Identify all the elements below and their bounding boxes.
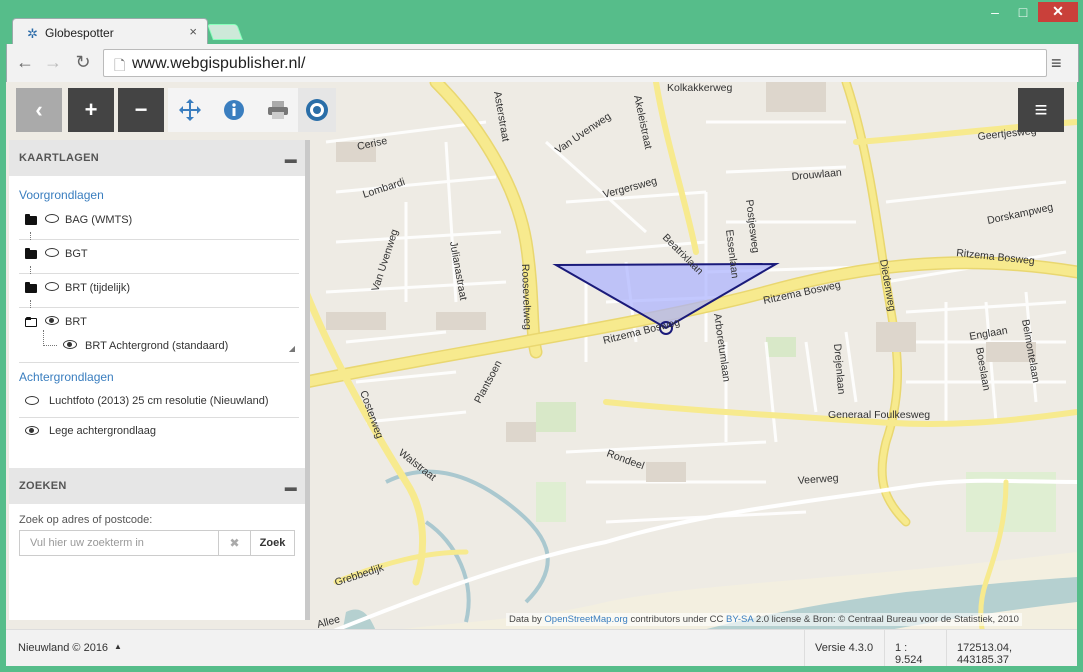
folder-icon xyxy=(25,282,37,293)
close-window-icon[interactable]: ✕ xyxy=(1038,2,1078,22)
forward-arrow-icon[interactable]: → xyxy=(43,52,63,73)
caret-up-icon[interactable]: ▲ xyxy=(114,642,122,651)
attribution-text: contributors under CC xyxy=(630,614,724,625)
url-text: www.webgispublisher.nl/ xyxy=(132,55,306,72)
search-button[interactable]: Zoek xyxy=(251,530,295,556)
tab-title: Globespotter xyxy=(45,26,114,40)
bg-layer-name: Luchtfoto (2013) 25 cm resolutie (Nieuwl… xyxy=(49,395,269,407)
background-layers-label: Achtergrondlagen xyxy=(19,370,114,384)
sublayer-name: BRT Achtergrond (standaard) xyxy=(85,340,229,352)
zoom-in-button[interactable]: + xyxy=(68,88,114,132)
divider xyxy=(19,362,299,363)
collapse-icon[interactable]: ▬ xyxy=(285,480,297,494)
reload-icon[interactable]: ↻ xyxy=(73,52,93,73)
target-icon[interactable] xyxy=(298,88,336,132)
map-label: Generaal Foulkesweg xyxy=(828,409,930,421)
minimize-icon[interactable]: – xyxy=(990,4,1000,20)
map-menu-button[interactable]: ≡ xyxy=(1018,88,1064,132)
folder-icon xyxy=(25,214,37,225)
page-viewport: Asterstraat Akeleistraat Kolkakkerweg Ce… xyxy=(6,82,1077,666)
browser-window: ✲ Globespotter × – □ ✕ ← → ↻ 🗋 www.webgi… xyxy=(0,0,1083,672)
eye-icon[interactable] xyxy=(25,396,39,405)
globe-favicon-icon: ✲ xyxy=(27,26,38,41)
eye-open-icon[interactable] xyxy=(25,426,39,435)
status-bar: Nieuwland © 2016 ▲ Versie 4.3.0 1 : 9.52… xyxy=(6,629,1077,666)
sublayer-item[interactable]: BRT Achtergrond (standaard) ◢ xyxy=(43,330,299,362)
layer-name: BRT xyxy=(65,316,87,328)
search-section-header[interactable]: ZOEKEN ▬ xyxy=(9,468,305,504)
zoom-out-button[interactable]: − xyxy=(118,88,164,132)
foreground-layers-label: Voorgrondlagen xyxy=(19,188,104,202)
coordinates-text: 172513.04, 443185.37 xyxy=(946,630,1077,666)
resize-triangle-icon: ◢ xyxy=(288,344,295,353)
new-tab-button[interactable] xyxy=(207,24,243,40)
maximize-icon[interactable]: □ xyxy=(1016,4,1030,20)
attribution-text: 2.0 license & Bron: © Centraal Bureau vo… xyxy=(755,614,1019,625)
license-link[interactable]: BY-SA xyxy=(726,614,753,625)
map-label: Rooseveltweg xyxy=(519,264,533,330)
back-arrow-icon[interactable]: ← xyxy=(15,52,35,73)
layer-name: BAG (WMTS) xyxy=(65,214,133,226)
search-label: Zoek op adres of postcode: xyxy=(19,514,153,526)
layer-item[interactable]: BRT (tijdelijk) xyxy=(19,274,299,308)
layer-item[interactable]: BAG (WMTS) xyxy=(19,206,299,240)
collapse-icon[interactable]: ▬ xyxy=(285,152,297,166)
open-folder-icon xyxy=(25,317,37,327)
address-bar[interactable]: 🗋 www.webgispublisher.nl/ xyxy=(103,49,1047,77)
title-bar: ✲ Globespotter × – □ ✕ xyxy=(0,0,1083,46)
layer-name: BRT (tijdelijk) xyxy=(65,282,130,294)
tree-connector xyxy=(30,266,32,274)
back-button[interactable]: ‹ xyxy=(16,88,62,132)
layers-section-title: KAARTLAGEN xyxy=(19,152,99,164)
bg-layer-name: Lege achtergrondlaag xyxy=(49,425,157,437)
layer-name: BGT xyxy=(65,248,88,260)
osm-link[interactable]: OpenStreetMap.org xyxy=(544,614,627,625)
tree-connector xyxy=(30,300,32,308)
credit-text[interactable]: Nieuwland © 2016 xyxy=(18,642,108,654)
map-label: Kolkakkerweg xyxy=(667,82,733,94)
layer-item[interactable]: BGT xyxy=(19,240,299,274)
map-tools xyxy=(168,88,336,132)
map-attribution: Data by OpenStreetMap.org contributors u… xyxy=(506,613,1022,626)
page-icon: 🗋 xyxy=(114,57,126,73)
side-panel: KAARTLAGEN ▬ Voorgrondlagen BAG (WMTS) B… xyxy=(9,140,305,620)
eye-open-icon[interactable] xyxy=(63,340,77,349)
folder-icon xyxy=(25,248,37,259)
search-section-title: ZOEKEN xyxy=(19,480,67,492)
eye-icon[interactable] xyxy=(45,248,59,257)
tree-connector xyxy=(30,232,32,240)
layers-section-header[interactable]: KAARTLAGEN ▬ xyxy=(9,140,305,176)
print-icon[interactable] xyxy=(256,88,300,132)
eye-open-icon[interactable] xyxy=(45,316,59,325)
version-text: Versie 4.3.0 xyxy=(804,630,884,666)
bg-layer-item[interactable]: Luchtfoto (2013) 25 cm resolutie (Nieuwl… xyxy=(19,388,299,418)
info-icon[interactable] xyxy=(212,88,256,132)
eye-icon[interactable] xyxy=(45,214,59,223)
browser-menu-icon[interactable]: ≡ xyxy=(1051,53,1062,74)
attribution-text: Data by xyxy=(509,614,542,625)
pan-icon[interactable] xyxy=(168,88,212,132)
bg-layer-item[interactable]: Lege achtergrondlaag xyxy=(19,418,299,448)
eye-icon[interactable] xyxy=(45,282,59,291)
browser-tab[interactable]: ✲ Globespotter × xyxy=(12,18,208,46)
browser-toolbar: ← → ↻ 🗋 www.webgispublisher.nl/ ≡ xyxy=(6,44,1079,82)
tree-connector xyxy=(43,330,57,346)
clear-search-icon[interactable]: ✖ xyxy=(219,530,251,556)
panel-scrollbar[interactable] xyxy=(305,140,310,620)
tab-close-icon[interactable]: × xyxy=(189,24,197,39)
scale-text: 1 : 9.524 xyxy=(884,630,946,666)
search-input[interactable]: Vul hier uw zoekterm in xyxy=(19,530,219,556)
